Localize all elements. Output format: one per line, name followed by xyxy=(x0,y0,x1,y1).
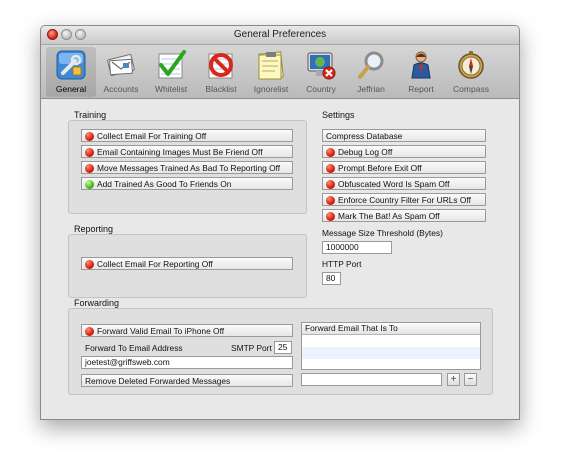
move-bad-to-reporting-toggle[interactable]: Move Messages Trained As Bad To Reportin… xyxy=(81,161,293,174)
add-good-to-friends-toggle[interactable]: Add Trained As Good To Friends On xyxy=(81,177,293,190)
tab-compass-label: Compass xyxy=(453,84,489,94)
tab-general[interactable]: General xyxy=(46,47,96,97)
compass-icon xyxy=(458,51,484,79)
status-red-icon xyxy=(326,164,335,173)
forward-valid-iphone-toggle[interactable]: Forward Valid Email To iPhone Off xyxy=(81,324,293,337)
toggle-label: Obfuscated Word Is Spam Off xyxy=(338,179,450,189)
status-red-icon xyxy=(326,148,335,157)
tab-report[interactable]: Report xyxy=(396,47,446,97)
toggle-label: Collect Email For Reporting Off xyxy=(97,259,213,269)
add-rule-button[interactable]: + xyxy=(447,373,460,386)
preferences-window: General Preferences General Accounts Whi… xyxy=(40,25,520,420)
debug-log-toggle[interactable]: Debug Log Off xyxy=(322,145,486,158)
forward-rules-table[interactable]: Forward Email That Is To xyxy=(301,322,481,370)
smtp-port-input[interactable]: 25 xyxy=(274,341,292,354)
blacklist-no-icon xyxy=(208,53,233,79)
status-red-icon xyxy=(85,164,94,173)
table-row[interactable] xyxy=(302,359,480,371)
forward-rule-input[interactable] xyxy=(301,373,442,386)
tab-country[interactable]: Country xyxy=(296,47,346,97)
forwarding-group-title: Forwarding xyxy=(74,298,120,308)
toggle-label: Move Messages Trained As Bad To Reportin… xyxy=(97,163,281,173)
collect-reporting-toggle[interactable]: Collect Email For Reporting Off xyxy=(81,257,293,270)
images-must-be-friend-toggle[interactable]: Email Containing Images Must Be Friend O… xyxy=(81,145,293,158)
forward-address-input[interactable]: joetest@griffsweb.com xyxy=(81,356,293,369)
toggle-label: Forward Valid Email To iPhone Off xyxy=(97,326,225,336)
ignorelist-note-icon xyxy=(258,51,284,80)
toggle-label: Prompt Before Exit Off xyxy=(338,163,422,173)
tab-accounts-label: Accounts xyxy=(103,84,139,94)
http-port-label: HTTP Port xyxy=(322,259,362,269)
country-monitor-icon xyxy=(307,52,336,80)
toggle-label: Add Trained As Good To Friends On xyxy=(97,179,232,189)
window-title: General Preferences xyxy=(233,29,327,40)
tab-jeffrian[interactable]: Jeffrian xyxy=(346,47,396,97)
toggle-label: Debug Log Off xyxy=(338,147,393,157)
tab-accounts[interactable]: Accounts xyxy=(96,47,146,97)
toggle-label: Mark The Bat! As Spam Off xyxy=(338,211,440,221)
reporting-group-title: Reporting xyxy=(74,224,114,234)
tab-whitelist[interactable]: Whitelist xyxy=(146,47,196,97)
title-bar: General Preferences xyxy=(41,26,519,45)
tab-ignorelist-label: Ignorelist xyxy=(253,84,289,94)
tab-ignorelist[interactable]: Ignorelist xyxy=(246,47,296,97)
smtp-port-label: SMTP Port xyxy=(231,343,272,353)
tab-compass[interactable]: Compass xyxy=(446,47,496,97)
table-row[interactable] xyxy=(302,347,480,359)
remove-deleted-forwarded-button[interactable]: Remove Deleted Forwarded Messages xyxy=(81,374,293,387)
table-row[interactable] xyxy=(302,335,480,347)
tab-report-label: Report xyxy=(408,84,434,94)
report-person-icon xyxy=(411,51,431,79)
status-red-icon xyxy=(85,260,94,269)
http-port-input[interactable]: 80 xyxy=(322,272,341,285)
tab-whitelist-label: Whitelist xyxy=(154,84,188,94)
status-red-icon xyxy=(326,180,335,189)
whitelist-checkmark-icon xyxy=(158,50,186,79)
forward-address-label: Forward To Email Address xyxy=(85,343,183,353)
settings-group-title: Settings xyxy=(322,110,355,120)
status-red-icon xyxy=(85,148,94,157)
training-group-title: Training xyxy=(74,110,107,120)
status-red-icon xyxy=(85,327,94,336)
general-icon xyxy=(56,50,86,80)
button-label: Compress Database xyxy=(326,131,403,141)
size-threshold-label: Message Size Threshold (Bytes) xyxy=(322,228,443,238)
toggle-label: Email Containing Images Must Be Friend O… xyxy=(97,147,263,157)
jeffrian-magnifier-icon xyxy=(358,51,384,79)
mark-the-bat-spam-toggle[interactable]: Mark The Bat! As Spam Off xyxy=(322,209,486,222)
size-threshold-input[interactable]: 1000000 xyxy=(322,241,392,254)
remove-rule-button[interactable]: − xyxy=(464,373,477,386)
prompt-before-exit-toggle[interactable]: Prompt Before Exit Off xyxy=(322,161,486,174)
status-red-icon xyxy=(326,196,335,205)
button-label: Remove Deleted Forwarded Messages xyxy=(85,376,231,386)
status-red-icon xyxy=(326,212,335,221)
accounts-icon xyxy=(107,54,135,76)
tab-blacklist[interactable]: Blacklist xyxy=(196,47,246,97)
preferences-toolbar: General Accounts Whitelist Blacklist Ign… xyxy=(41,45,519,99)
tab-general-label: General xyxy=(55,84,87,94)
tab-jeffrian-label: Jeffrian xyxy=(357,84,385,94)
status-red-icon xyxy=(85,132,94,141)
tab-blacklist-label: Blacklist xyxy=(205,84,237,94)
collect-training-toggle[interactable]: Collect Email For Training Off xyxy=(81,129,293,142)
toggle-label: Enforce Country Filter For URLs Off xyxy=(338,195,471,205)
toggle-label: Collect Email For Training Off xyxy=(97,131,207,141)
status-green-icon xyxy=(85,180,94,189)
compress-database-button[interactable]: Compress Database xyxy=(322,129,486,142)
country-filter-urls-toggle[interactable]: Enforce Country Filter For URLs Off xyxy=(322,193,486,206)
forward-rules-table-header: Forward Email That Is To xyxy=(302,323,480,335)
tab-country-label: Country xyxy=(306,84,336,94)
obfuscated-word-toggle[interactable]: Obfuscated Word Is Spam Off xyxy=(322,177,486,190)
